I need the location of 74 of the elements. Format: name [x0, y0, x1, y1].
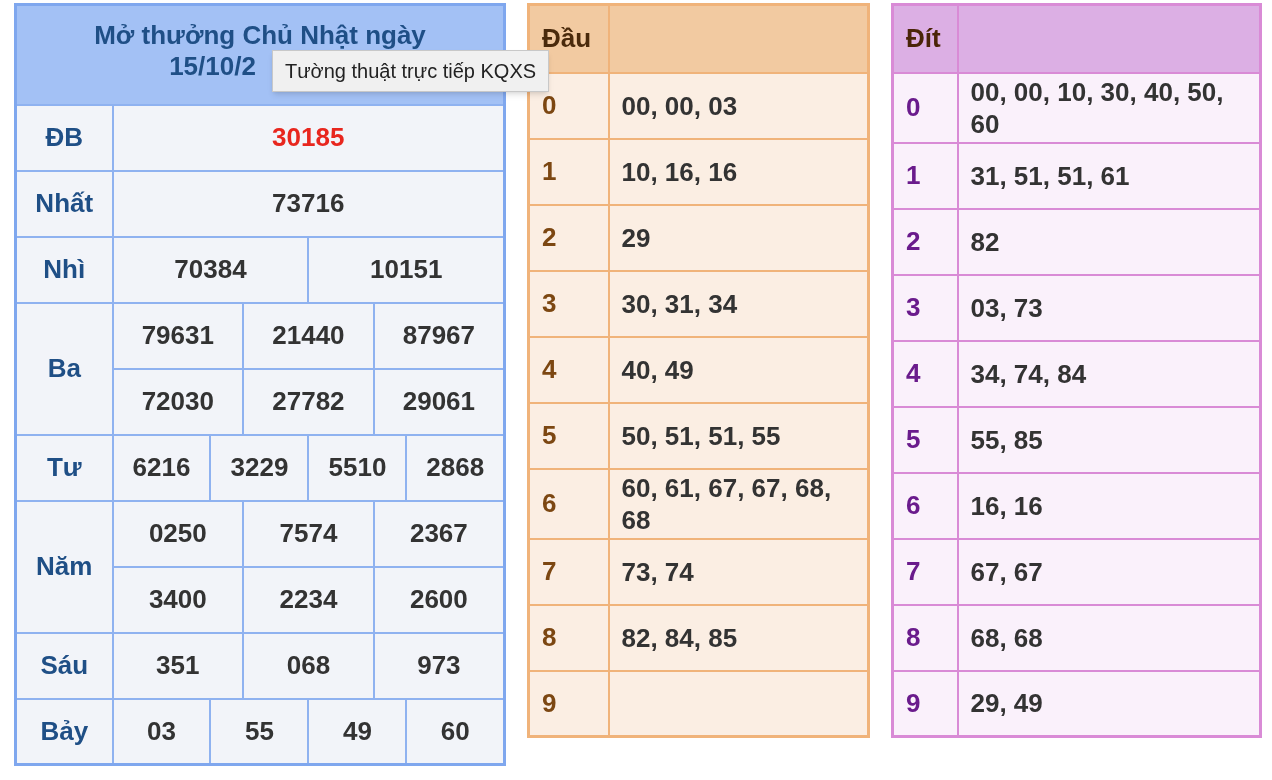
number-list: 67, 67 [957, 538, 1261, 605]
digit-label: 3 [892, 274, 958, 341]
digit-label: 7 [528, 538, 609, 605]
number-list: 03, 73 [957, 274, 1261, 341]
prize-label: Bảy [15, 698, 113, 765]
prize-label: Nhất [15, 170, 113, 237]
prize-number: 55 [210, 698, 309, 765]
number-list: 30, 31, 34 [608, 270, 869, 337]
number-list: 31, 51, 51, 61 [957, 142, 1261, 209]
prize-number: 7574 [243, 500, 374, 567]
number-list: 55, 85 [957, 406, 1261, 473]
prize-number: 79631 [112, 302, 244, 369]
prize-number: 21440 [243, 302, 374, 369]
column-header: Đít [892, 4, 958, 73]
number-list: 68, 68 [957, 604, 1261, 671]
digit-label: 4 [892, 340, 958, 407]
prize-number: 70384 [112, 236, 309, 303]
prize-number: 60 [406, 698, 505, 765]
prize-number: 5510 [308, 434, 407, 501]
prize-number: 72030 [112, 368, 244, 435]
number-list: 82 [957, 208, 1261, 275]
number-list: 00, 00, 10, 30, 40, 50, 60 [957, 72, 1261, 143]
digit-label: 5 [892, 406, 958, 473]
prize-label: ĐB [15, 104, 113, 171]
digit-label: 2 [892, 208, 958, 275]
number-list: 73, 74 [608, 538, 869, 605]
digit-label: 1 [892, 142, 958, 209]
prize-number: 2367 [373, 500, 505, 567]
prize-number: 2868 [406, 434, 505, 501]
digit-label: 9 [892, 670, 958, 737]
digit-label: 8 [892, 604, 958, 671]
prize-number: 973 [373, 632, 505, 699]
prize-label: Năm [15, 500, 113, 633]
number-list: 10, 16, 16 [608, 138, 869, 205]
prize-number: 068 [243, 632, 374, 699]
prize-label: Ba [15, 302, 113, 435]
prize-number: 73716 [112, 170, 505, 237]
digit-label: 4 [528, 336, 609, 403]
prize-number: 2600 [373, 566, 505, 633]
prize-number: 03 [112, 698, 211, 765]
prize-number: 87967 [373, 302, 505, 369]
prize-number: 6216 [112, 434, 211, 501]
number-list: 60, 61, 67, 67, 68, 68 [608, 468, 869, 539]
digit-label: 5 [528, 402, 609, 469]
number-list: 00, 00, 03 [608, 72, 869, 139]
digit-label: 3 [528, 270, 609, 337]
special-prize-number: 30185 [112, 104, 505, 171]
prize-number: 0250 [112, 500, 244, 567]
digit-label: 9 [528, 670, 609, 737]
prize-label: Nhì [15, 236, 113, 303]
number-list: 50, 51, 51, 55 [608, 402, 869, 469]
prize-number: 3229 [210, 434, 309, 501]
prize-number: 29061 [373, 368, 505, 435]
digit-label: 6 [528, 468, 609, 539]
prize-number: 2234 [243, 566, 374, 633]
prize-number: 10151 [308, 236, 505, 303]
digit-label: 8 [528, 604, 609, 671]
number-list: 82, 84, 85 [608, 604, 869, 671]
prize-number: 351 [112, 632, 244, 699]
digit-label: 2 [528, 204, 609, 271]
number-list: 16, 16 [957, 472, 1261, 539]
prize-label: Tư [15, 434, 113, 501]
digit-label: 0 [892, 72, 958, 143]
digit-label: 7 [892, 538, 958, 605]
number-list: 34, 74, 84 [957, 340, 1261, 407]
number-list: 29 [608, 204, 869, 271]
digit-label: 1 [528, 138, 609, 205]
number-list: 29, 49 [957, 670, 1261, 737]
prize-label: Sáu [15, 632, 113, 699]
digit-label: 6 [892, 472, 958, 539]
prize-number: 27782 [243, 368, 374, 435]
prize-number: 49 [308, 698, 407, 765]
prize-number: 3400 [112, 566, 244, 633]
number-list: 40, 49 [608, 336, 869, 403]
